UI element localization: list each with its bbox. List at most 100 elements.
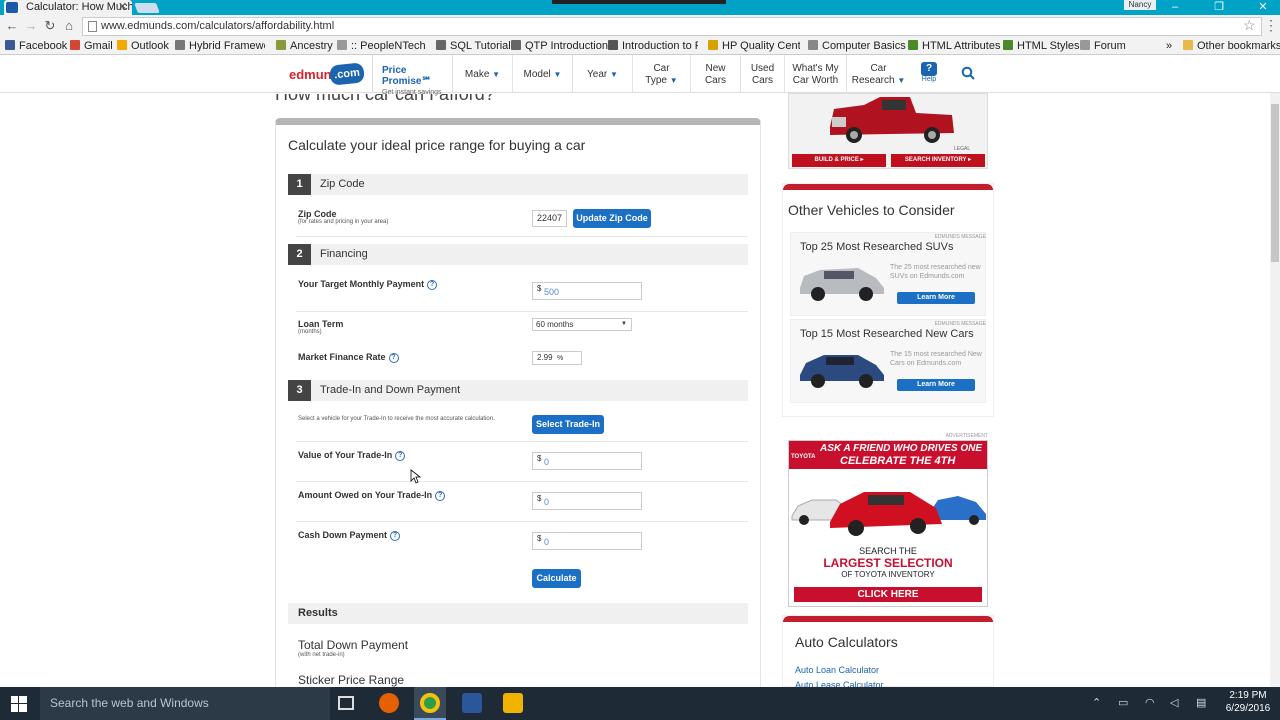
task-view-icon[interactable] [338, 696, 354, 710]
help-circle-icon[interactable]: ? [388, 353, 399, 363]
calculate-button[interactable]: Calculate [532, 569, 581, 588]
word-icon[interactable] [462, 693, 482, 713]
auto-loan-link[interactable]: Auto Loan Calculator [795, 665, 879, 675]
bookmark-hybrid[interactable]: Hybrid Framewor [175, 37, 265, 55]
bookmark-gmail[interactable]: Gmail [70, 37, 113, 55]
bookmark-html-attributes[interactable]: HTML Attributes [908, 37, 1000, 55]
help-button[interactable]: ? Help [918, 62, 940, 88]
build-price-button[interactable]: BUILD & PRICE ▸ [792, 154, 886, 167]
promo-desc: The 15 most researched New Cars on Edmun… [890, 351, 982, 367]
new-tab-button[interactable] [134, 3, 160, 13]
folder-icon [708, 40, 718, 50]
toyota-logo: TOYOTA [791, 454, 816, 460]
auto-calculators-panel [782, 615, 994, 687]
bookmark-outlook[interactable]: Outlook [117, 37, 169, 55]
address-bar[interactable]: www.edmunds.com/calculators/affordabilit… [82, 17, 1262, 36]
chrome-icon[interactable] [420, 693, 440, 713]
ad-line2: LARGEST SELECTION [823, 556, 953, 570]
zip-field[interactable]: 22407 [532, 210, 567, 227]
divider [296, 236, 748, 237]
action-center-icon[interactable]: ▤ [1196, 696, 1206, 709]
divider [296, 521, 748, 522]
battery-icon[interactable]: ▭ [1118, 696, 1128, 709]
bookmark-hp-quality[interactable]: HP Quality Cente [708, 37, 800, 55]
nav-new-cars[interactable]: New Cars [690, 55, 740, 93]
nav-car-type[interactable]: Car Type ▼ [632, 55, 690, 93]
taskbar-search[interactable]: Search the web and Windows [40, 687, 330, 720]
search-icon[interactable] [961, 66, 975, 80]
click-here-button[interactable]: CLICK HERE [794, 587, 982, 602]
chrome-menu-icon[interactable]: ⋮ [1264, 17, 1278, 34]
bookmark-intro-r[interactable]: Introduction to R [608, 37, 698, 55]
restore-icon[interactable]: ❐ [1208, 0, 1230, 15]
bookmark-html-styles[interactable]: HTML Styles [1003, 37, 1080, 55]
profile-button[interactable]: Nancy [1124, 0, 1156, 10]
finance-rate-field[interactable]: 2.99 % [532, 351, 582, 365]
nav-model[interactable]: Model ▼ [512, 55, 572, 93]
cash-down-field[interactable]: $0 [532, 532, 642, 550]
car-image [800, 355, 884, 388]
suv-image [800, 268, 884, 301]
page-icon [808, 40, 818, 50]
monthly-payment-field[interactable]: $500 [532, 282, 642, 300]
close-window-icon[interactable]: ✕ [1252, 0, 1274, 15]
clock[interactable]: 2:19 PM 6/29/2016 [1222, 689, 1274, 715]
help-circle-icon[interactable]: ? [390, 531, 401, 541]
bookmark-computer-basics[interactable]: Computer Basics [808, 37, 906, 55]
nav-used-cars[interactable]: Used Cars [740, 55, 784, 93]
bookmarks-overflow-icon[interactable]: » [1166, 37, 1172, 55]
trade-in-value-field[interactable]: $0 [532, 452, 642, 470]
bookmark-qtp[interactable]: QTP Introduction [511, 37, 608, 55]
page-icon [511, 40, 521, 50]
volume-icon[interactable]: ◁ [1170, 696, 1178, 709]
help-circle-icon[interactable]: ? [395, 451, 406, 461]
bookmark-star-icon[interactable]: ☆ [1243, 17, 1256, 34]
bookmark-ancestry[interactable]: Ancestry [276, 37, 333, 55]
finance-rate-label: Market Finance Rate? [298, 352, 399, 363]
toyota-cars-image [791, 492, 986, 536]
firefox-icon[interactable] [379, 693, 399, 713]
other-bookmarks[interactable]: Other bookmarks [1183, 37, 1280, 55]
nav-make[interactable]: Make ▼ [452, 55, 512, 93]
minimize-icon[interactable]: – [1164, 0, 1186, 15]
help-circle-icon[interactable]: ? [427, 280, 438, 290]
nav-year[interactable]: Year ▼ [572, 55, 632, 93]
bookmark-facebook[interactable]: Facebook [5, 37, 67, 55]
update-zip-button[interactable]: Update Zip Code [573, 209, 651, 228]
bookmark-peoplentech[interactable]: :: PeopleNTech LL [337, 37, 427, 55]
zip-label-group: Zip Code (for rates and pricing in your a… [298, 209, 389, 225]
nav-car-research[interactable]: Car Research ▼ [846, 55, 910, 93]
other-vehicles-title: Other Vehicles to Consider [788, 202, 955, 218]
scrollbar-thumb[interactable] [1271, 104, 1279, 262]
loan-term-select[interactable]: 60 months ▼ [532, 318, 632, 331]
bookmark-forum[interactable]: Forum [1080, 37, 1126, 55]
section-header: 1 Zip Code [288, 174, 748, 195]
tab-active[interactable]: Calculator: How Much [4, 0, 132, 15]
learn-more-button[interactable]: Learn More [897, 379, 975, 391]
auto-lease-link[interactable]: Auto Lease Calculator [795, 680, 884, 687]
windows-start-icon[interactable] [11, 696, 27, 712]
home-icon[interactable]: ⌂ [60, 15, 78, 37]
ad-headline: ASK A FRIEND WHO DRIVES ONE [820, 443, 983, 454]
amount-owed-field[interactable]: $0 [532, 492, 642, 510]
reload-icon[interactable]: ↻ [41, 15, 59, 37]
price-promise-link[interactable]: Price Promise℠ Get instant savings [372, 55, 452, 96]
learn-more-button[interactable]: Learn More [897, 292, 975, 304]
search-inventory-button[interactable]: SEARCH INVENTORY ▸ [891, 154, 985, 167]
wifi-icon[interactable]: ◠ [1145, 696, 1155, 709]
tray-chevron-icon[interactable]: ⌃ [1092, 696, 1101, 709]
back-arrow-icon[interactable]: ← [3, 15, 21, 37]
edmunds-favicon-icon [6, 2, 18, 13]
divider [296, 311, 748, 312]
page-icon [436, 40, 446, 50]
tab-close-icon[interactable]: ✕ [118, 0, 127, 13]
chevron-down-icon: ▼ [669, 76, 678, 85]
cash-down-label: Cash Down Payment? [298, 530, 401, 541]
bookmark-sql[interactable]: SQL Tutorial [436, 37, 511, 55]
ad-legal[interactable]: LEGAL [954, 146, 970, 152]
nav-car-worth[interactable]: What's My Car Worth [784, 55, 846, 93]
forward-arrow-icon[interactable]: → [22, 15, 40, 37]
help-circle-icon[interactable]: ? [435, 491, 446, 501]
file-explorer-icon[interactable] [503, 693, 523, 713]
select-trade-in-button[interactable]: Select Trade-In [532, 415, 604, 434]
